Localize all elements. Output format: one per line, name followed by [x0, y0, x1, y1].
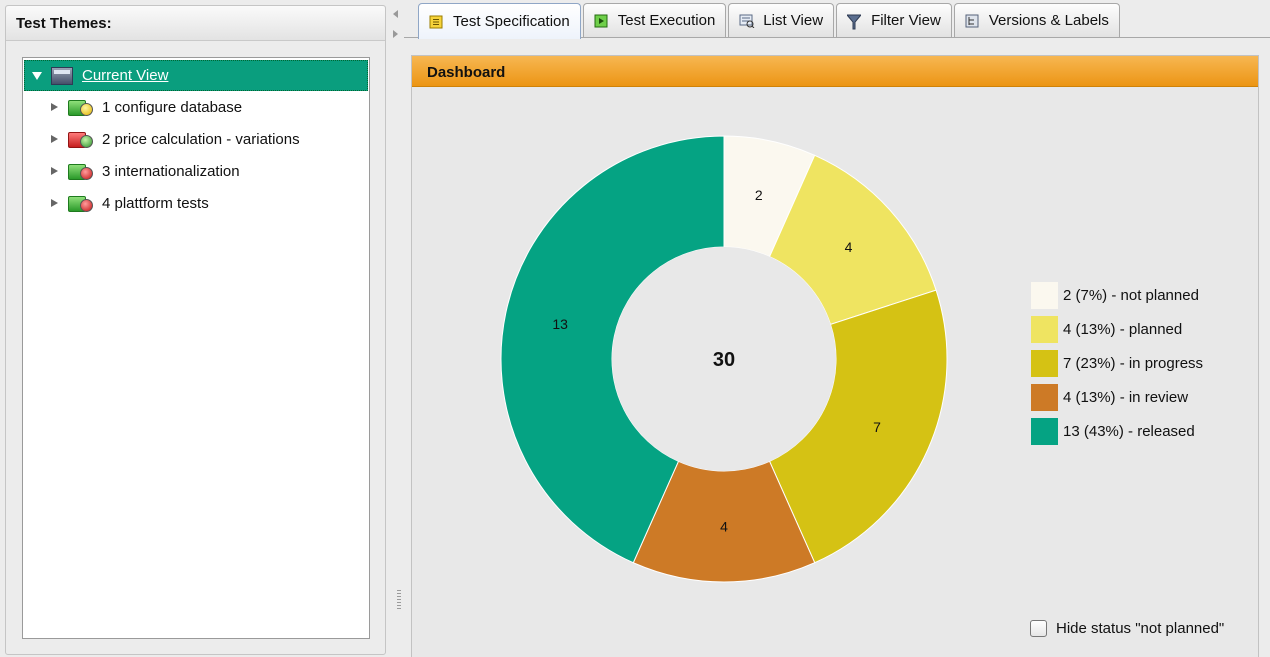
hide-not-planned-option[interactable]: Hide status "not planned": [1030, 620, 1224, 637]
legend-item: 4 (13%) - in review: [1031, 380, 1203, 414]
dashboard-panel: Dashboard 2 4 7 4 13 30 2 (7%) - not planned 4…: [411, 55, 1259, 657]
legend-item: 7 (23%) - in progress: [1031, 346, 1203, 380]
legend-item: 2 (7%) - not planned: [1031, 278, 1203, 312]
list-view-icon: [739, 14, 755, 28]
tab-test-execution[interactable]: Test Execution: [582, 3, 727, 37]
test-themes-panel: Test Themes: Current View 1 configure da…: [5, 5, 386, 655]
theme-icon-red-green: [68, 129, 94, 149]
tab-test-specification[interactable]: Test Specification: [418, 3, 581, 39]
collapsed-triangle-icon[interactable]: [51, 135, 58, 143]
expand-triangle-icon[interactable]: [32, 71, 42, 80]
theme-icon-green-red: [68, 193, 94, 213]
expand-right-icon[interactable]: [393, 30, 398, 38]
slice-value-label: 4: [845, 239, 853, 255]
view-tabs: Test Specification Test Execution List V…: [418, 3, 1122, 39]
current-view-link[interactable]: Current View: [82, 67, 168, 84]
legend-item: 4 (13%) - planned: [1031, 312, 1203, 346]
theme-icon-green-yellow: [68, 97, 94, 117]
collapsed-triangle-icon[interactable]: [51, 167, 58, 175]
slice-value-label: 2: [755, 187, 763, 203]
theme-icon-green-red: [68, 161, 94, 181]
splitter-grip-icon[interactable]: [397, 590, 401, 610]
slice-value-label: 7: [873, 419, 881, 435]
splitter-collapse-arrows[interactable]: [393, 10, 403, 38]
tab-versions-labels[interactable]: Versions & Labels: [953, 3, 1120, 37]
legend-label: 13 (43%) - released: [1063, 422, 1195, 440]
collapse-left-icon[interactable]: [393, 10, 398, 18]
legend-swatch: [1031, 315, 1058, 343]
view-folder-icon: [51, 66, 73, 85]
tab-label: Versions & Labels: [988, 12, 1109, 29]
slice-value-label: 13: [552, 316, 568, 332]
legend-label: 4 (13%) - planned: [1063, 320, 1183, 338]
tab-filter-view[interactable]: Filter View: [836, 3, 952, 37]
tree-item-plattform-tests[interactable]: 4 plattform tests: [51, 190, 209, 216]
hide-not-planned-checkbox[interactable]: [1030, 620, 1047, 637]
slice-value-label: 4: [720, 519, 728, 535]
legend-label: 7 (23%) - in progress: [1063, 354, 1204, 372]
tree-item-label: 2 price calculation - variations: [102, 130, 300, 148]
tree-item-label: 1 configure database: [102, 98, 243, 116]
collapsed-triangle-icon[interactable]: [51, 103, 58, 111]
tree-root-current-view[interactable]: Current View: [24, 60, 368, 91]
legend-label: 4 (13%) - in review: [1063, 388, 1189, 406]
chart-legend: 2 (7%) - not planned 4 (13%) - planned 7 (…: [1031, 278, 1203, 448]
test-themes-title: Test Themes:: [6, 6, 385, 41]
execution-play-icon: [594, 14, 608, 28]
specification-list-icon: [429, 15, 443, 29]
tree-item-internationalization[interactable]: 3 internationalization: [51, 158, 240, 184]
tree-item-label: 4 plattform tests: [102, 194, 209, 212]
tree-item-configure-database[interactable]: 1 configure database: [51, 94, 242, 120]
tab-label: List View: [763, 12, 824, 29]
tab-list-view[interactable]: List View: [728, 3, 835, 37]
legend-item: 13 (43%) - released: [1031, 414, 1203, 448]
filter-funnel-icon: [845, 14, 863, 29]
legend-swatch: [1031, 349, 1058, 377]
tab-label: Test Execution: [617, 12, 716, 29]
hide-not-planned-label: Hide status "not planned": [1056, 620, 1225, 637]
legend-swatch: [1031, 383, 1058, 411]
tree-item-label: 3 internationalization: [102, 162, 240, 180]
legend-swatch: [1031, 417, 1058, 445]
donut-total-label: 30: [713, 349, 735, 371]
versions-tree-icon: [965, 14, 979, 28]
collapsed-triangle-icon[interactable]: [51, 199, 58, 207]
legend-swatch: [1031, 281, 1058, 309]
tab-label: Test Specification: [453, 13, 570, 30]
theme-tree: Current View 1 configure database 2 pric…: [22, 57, 370, 639]
tree-item-price-calculation[interactable]: 2 price calculation - variations: [51, 126, 300, 152]
tab-label: Filter View: [871, 12, 941, 29]
legend-label: 2 (7%) - not planned: [1063, 286, 1199, 304]
